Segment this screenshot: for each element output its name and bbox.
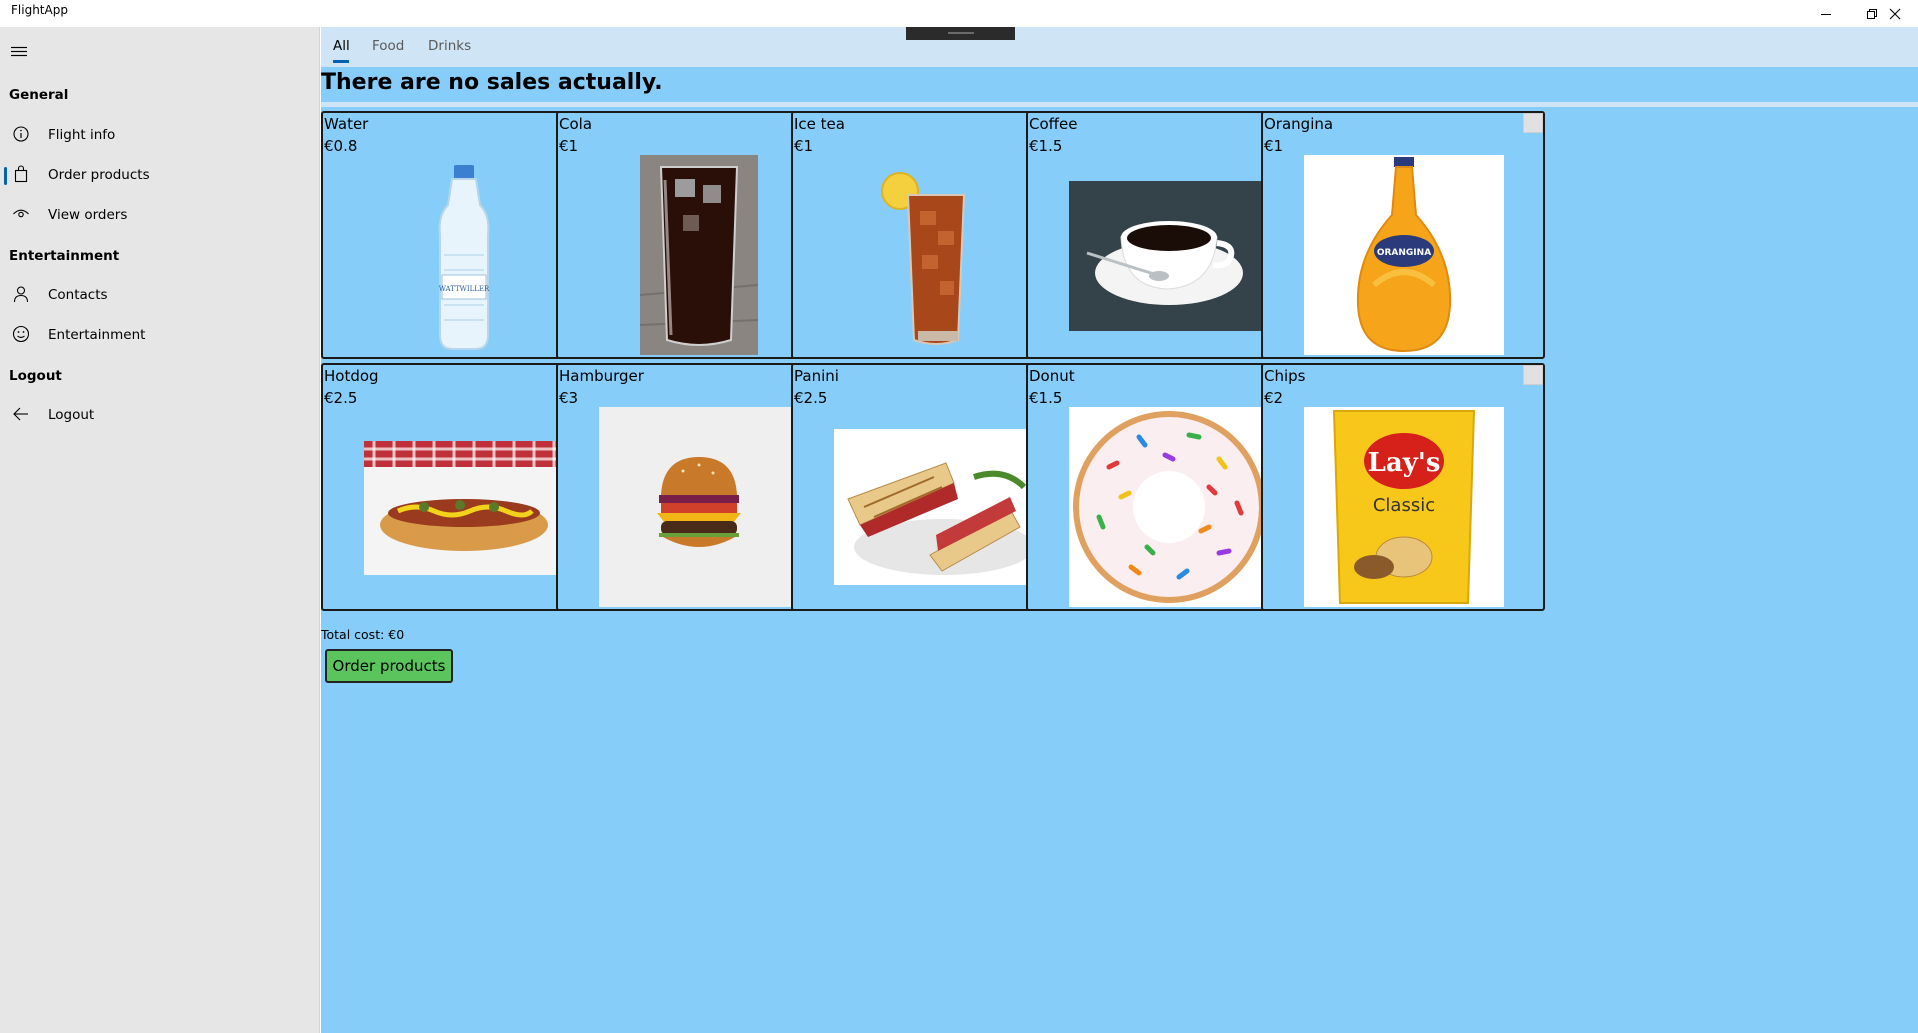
sidebar-item-label: Entertainment bbox=[48, 327, 146, 343]
ice-tea-glass-image bbox=[834, 155, 1034, 355]
product-price: €0.8 bbox=[324, 137, 358, 155]
selection-indicator bbox=[4, 167, 7, 185]
chips-variant-text: Classic bbox=[1373, 495, 1435, 516]
section-header-logout: Logout bbox=[9, 368, 62, 384]
hamburger-icon bbox=[11, 46, 27, 57]
product-price: €1 bbox=[794, 137, 814, 155]
page-heading: There are no sales actually. bbox=[321, 70, 663, 95]
close-icon bbox=[1889, 8, 1901, 19]
eye-icon bbox=[13, 209, 29, 218]
navigation-pane: General Flight info Order products View … bbox=[0, 27, 320, 1033]
product-price: €2 bbox=[1264, 389, 1284, 407]
product-name: Cola bbox=[559, 115, 593, 133]
sidebar-item-order-products[interactable]: Order products bbox=[0, 155, 320, 195]
person-icon bbox=[13, 286, 29, 303]
sidebar-item-label: Order products bbox=[48, 167, 150, 183]
smiley-icon bbox=[12, 325, 30, 343]
chips-bag-image: Lay's Classic bbox=[1304, 407, 1504, 607]
donut-image bbox=[1069, 407, 1269, 607]
product-price: €3 bbox=[559, 389, 579, 407]
product-card-orangina[interactable]: Orangina €1 ORANGINA bbox=[1261, 111, 1545, 359]
product-price: €2.5 bbox=[324, 389, 358, 407]
order-products-button[interactable]: Order products bbox=[325, 649, 453, 683]
sidebar-item-entertainment[interactable]: Entertainment bbox=[0, 315, 320, 355]
info-icon bbox=[13, 126, 29, 142]
sidebar-item-view-orders[interactable]: View orders bbox=[0, 195, 320, 235]
tab-drinks[interactable]: Drinks bbox=[428, 38, 471, 54]
product-name: Panini bbox=[794, 367, 839, 385]
product-name: Ice tea bbox=[794, 115, 845, 133]
close-button[interactable] bbox=[1872, 0, 1918, 27]
orangina-label-text: ORANGINA bbox=[1377, 248, 1431, 258]
product-price: €1 bbox=[1264, 137, 1284, 155]
section-header-general: General bbox=[9, 87, 69, 103]
water-bottle-image: WATTWILLER bbox=[364, 155, 564, 355]
sidebar-item-label: Contacts bbox=[48, 287, 108, 303]
sidebar-item-label: Logout bbox=[48, 407, 95, 423]
product-price: €1.5 bbox=[1029, 137, 1063, 155]
sidebar-item-flight-info[interactable]: Flight info bbox=[0, 115, 320, 155]
cola-glass-image bbox=[599, 155, 799, 355]
divider bbox=[321, 102, 1918, 107]
sidebar-item-label: View orders bbox=[48, 207, 128, 223]
main-content: All Food Drinks There are no sales actua… bbox=[321, 27, 1918, 1033]
product-card-chips[interactable]: Chips €2 Lay's Classic bbox=[1261, 363, 1545, 611]
panini-image bbox=[834, 407, 1034, 607]
product-price: €1.5 bbox=[1029, 389, 1063, 407]
minimize-button[interactable] bbox=[1803, 0, 1849, 27]
product-name: Chips bbox=[1264, 367, 1306, 385]
coffee-cup-image bbox=[1069, 155, 1269, 355]
app-title: FlightApp bbox=[11, 3, 68, 17]
sidebar-item-logout[interactable]: Logout bbox=[0, 395, 320, 435]
tab-food[interactable]: Food bbox=[372, 38, 404, 54]
product-checkbox[interactable] bbox=[1523, 365, 1543, 385]
drag-handle[interactable] bbox=[906, 27, 1015, 40]
title-bar: FlightApp bbox=[0, 0, 1918, 27]
section-header-entertainment: Entertainment bbox=[9, 248, 120, 264]
water-label-text: WATTWILLER bbox=[439, 285, 490, 293]
hotdog-image bbox=[364, 407, 564, 607]
hamburger-menu-button[interactable] bbox=[10, 42, 30, 62]
active-tab-indicator bbox=[333, 60, 349, 63]
product-name: Hamburger bbox=[559, 367, 644, 385]
minimize-icon bbox=[1821, 13, 1831, 15]
sidebar-item-label: Flight info bbox=[48, 127, 116, 143]
back-arrow-icon bbox=[13, 407, 28, 421]
sidebar-item-contacts[interactable]: Contacts bbox=[0, 275, 320, 315]
chips-brand-text: Lay's bbox=[1368, 448, 1441, 478]
product-price: €1 bbox=[559, 137, 579, 155]
tab-bar: All Food Drinks bbox=[321, 27, 1918, 67]
product-checkbox[interactable] bbox=[1523, 113, 1543, 133]
product-name: Orangina bbox=[1264, 115, 1334, 133]
product-name: Donut bbox=[1029, 367, 1075, 385]
product-name: Hotdog bbox=[324, 367, 379, 385]
product-name: Coffee bbox=[1029, 115, 1078, 133]
hamburger-image bbox=[599, 407, 799, 607]
product-name: Water bbox=[324, 115, 369, 133]
tab-all[interactable]: All bbox=[333, 38, 350, 54]
product-price: €2.5 bbox=[794, 389, 828, 407]
orangina-bottle-image: ORANGINA bbox=[1304, 155, 1504, 355]
shopping-bag-icon bbox=[14, 165, 28, 183]
total-cost: Total cost: €0 bbox=[321, 627, 405, 642]
